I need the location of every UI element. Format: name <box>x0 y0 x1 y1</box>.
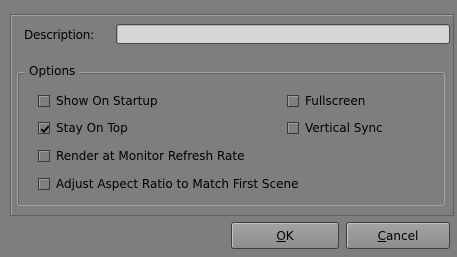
ok-label-rest: K <box>285 228 294 243</box>
checkbox-box[interactable] <box>38 122 50 134</box>
checkbox-box[interactable] <box>287 122 299 134</box>
checkbox-box[interactable] <box>287 95 299 107</box>
ok-button[interactable]: OK <box>231 222 339 249</box>
adjust-aspect-ratio-checkbox[interactable]: Adjust Aspect Ratio to Match First Scene <box>38 177 298 191</box>
checkmark-icon <box>40 125 50 134</box>
options-group-title: Options <box>25 64 80 78</box>
render-at-refresh-rate-checkbox[interactable]: Render at Monitor Refresh Rate <box>38 149 244 163</box>
checkbox-label: Adjust Aspect Ratio to Match First Scene <box>56 177 299 191</box>
description-input[interactable] <box>116 24 450 44</box>
show-on-startup-checkbox[interactable]: Show On Startup <box>38 94 158 108</box>
stay-on-top-checkbox[interactable]: Stay On Top <box>38 121 128 135</box>
ok-mnemonic: O <box>276 228 286 243</box>
fullscreen-checkbox[interactable]: Fullscreen <box>287 94 365 108</box>
checkbox-label: Stay On Top <box>56 121 128 135</box>
checkbox-label: Show On Startup <box>56 94 158 108</box>
checkbox-box[interactable] <box>38 178 50 190</box>
description-label: Description: <box>24 28 94 42</box>
checkbox-label: Render at Monitor Refresh Rate <box>56 149 245 163</box>
cancel-button[interactable]: Cancel <box>346 222 450 249</box>
checkbox-label: Vertical Sync <box>305 121 383 135</box>
checkbox-label: Fullscreen <box>305 94 366 108</box>
cancel-mnemonic: C <box>377 228 387 243</box>
vertical-sync-checkbox[interactable]: Vertical Sync <box>287 121 383 135</box>
cancel-label-rest: ancel <box>386 228 419 243</box>
checkbox-box[interactable] <box>38 150 50 162</box>
checkbox-box[interactable] <box>38 95 50 107</box>
